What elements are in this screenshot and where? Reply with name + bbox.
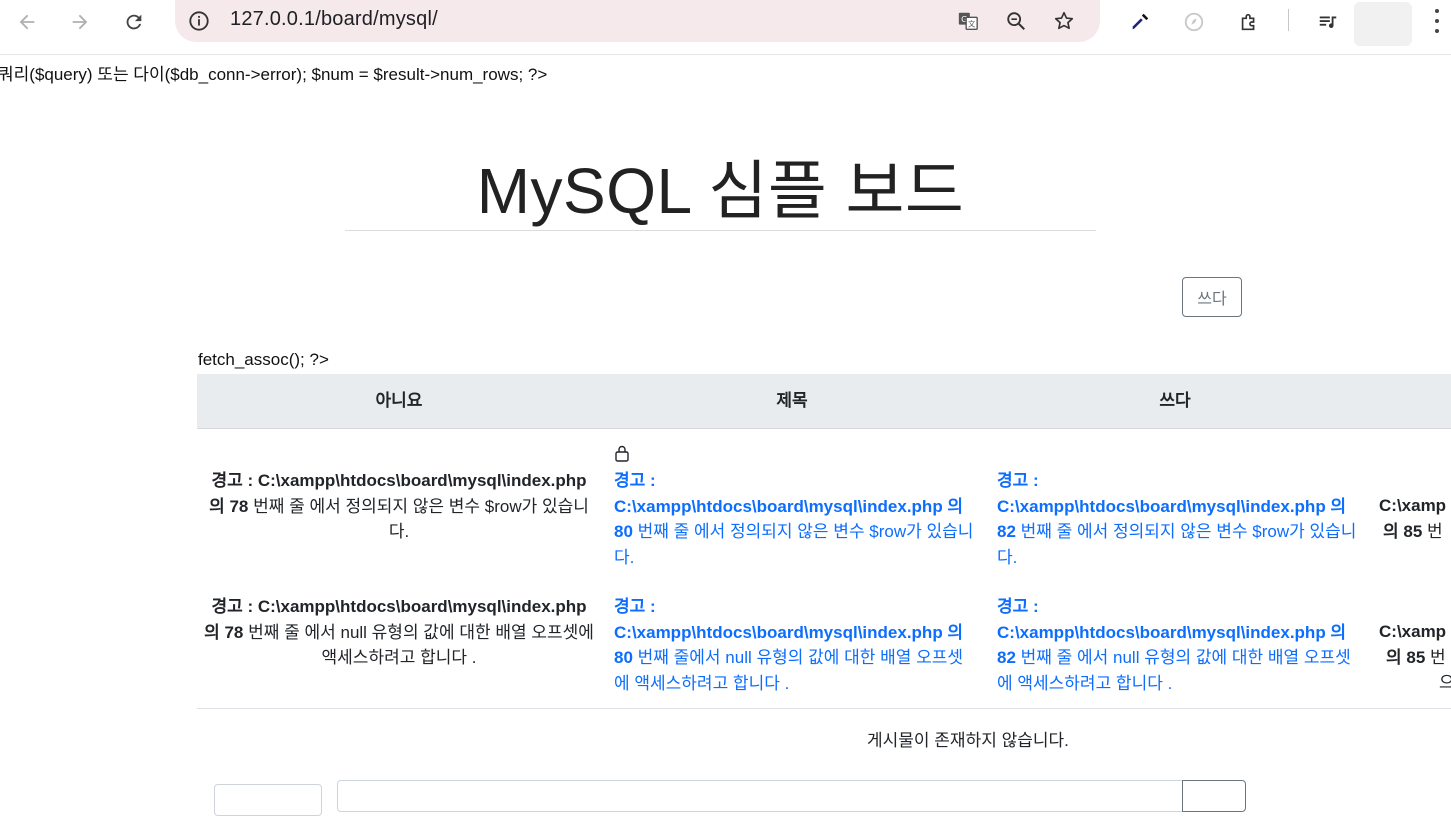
table-row-divider	[197, 708, 1451, 709]
url-text[interactable]: 127.0.0.1/board/mysql/	[230, 8, 438, 31]
warning-bold-text: C:\xamp	[1379, 622, 1447, 641]
warning-cell-clipped: C:\xamp 의 85 번 으	[1379, 619, 1451, 696]
toolbar-separator	[1288, 9, 1289, 31]
warning-bold-text: 의 85	[1383, 521, 1423, 541]
site-info-icon[interactable]	[187, 9, 211, 33]
page-title: MySQL 심플 보드	[476, 155, 965, 227]
warning-text: 번째 줄에서 null 유형의 값에 대한 배열 오프셋에 액세스하려고 합니다…	[614, 648, 964, 693]
search-button[interactable]	[1182, 780, 1246, 812]
warning-cell-clipped: C:\xamp 의 85 번	[1379, 493, 1451, 544]
bookmark-star-icon[interactable]	[1051, 8, 1077, 34]
warning-text: 번째 줄 에서 정의되지 않은 변수 $row가 있습니다.	[248, 496, 589, 542]
write-button[interactable]: 쓰다	[1182, 277, 1242, 317]
warning-cell: 경고 : C:\xampp\htdocs\board\mysql\index.p…	[204, 468, 594, 545]
lock-icon	[615, 445, 629, 462]
warning-bold-text: C:\xamp	[1379, 496, 1447, 515]
warning-text: 번째 줄 에서 null 유형의 값에 대한 배열 오프셋에 액세스하려고 합니…	[243, 622, 594, 668]
reload-icon	[126, 14, 142, 30]
browser-toolbar: 127.0.0.1/board/mysql/ G文	[0, 0, 1451, 55]
search-type-select[interactable]	[214, 784, 322, 816]
svg-text:文: 文	[968, 20, 976, 29]
warning-text: 번째 줄 에서 null 유형의 값에 대한 배열 오프셋에 액세스하려고 합니…	[997, 648, 1351, 693]
column-header-title: 제목	[776, 391, 808, 410]
raw-php-code-line: 쿼리($query) 또는 다이($db_conn->error); $num …	[0, 65, 548, 84]
column-header-number: 아니요	[375, 391, 423, 410]
eyedropper-extension-icon[interactable]	[1122, 4, 1158, 40]
zoom-icon[interactable]	[1003, 8, 1029, 34]
back-button[interactable]	[9, 4, 45, 40]
extensions-puzzle-icon[interactable]	[1231, 4, 1267, 40]
translate-icon[interactable]: G文	[955, 8, 981, 34]
compass-extension-icon[interactable]	[1176, 4, 1212, 40]
post-title-link[interactable]: 경고 : C:\xampp\htdocs\board\mysql\index.p…	[614, 594, 974, 696]
reload-button[interactable]	[116, 4, 152, 40]
warning-cell: 경고 : C:\xampp\htdocs\board\mysql\index.p…	[204, 594, 594, 671]
empty-posts-message: 게시물이 존재하지 않습니다.	[867, 731, 1069, 750]
post-author-link[interactable]: 경고 : C:\xampp\htdocs\board\mysql\index.p…	[997, 468, 1357, 570]
address-bar[interactable]: 127.0.0.1/board/mysql/ G文	[175, 0, 1100, 42]
media-queue-icon[interactable]	[1310, 4, 1346, 40]
post-title-link[interactable]: 경고 : C:\xampp\htdocs\board\mysql\index.p…	[614, 468, 974, 570]
browser-menu-icon[interactable]	[1430, 6, 1444, 36]
post-author-link[interactable]: 경고 : C:\xampp\htdocs\board\mysql\index.p…	[997, 594, 1357, 696]
title-divider	[345, 230, 1096, 231]
raw-php-fetch-line: fetch_assoc(); ?>	[198, 350, 329, 369]
table-header-row: 아니요 제목 쓰다	[197, 374, 1451, 429]
profile-avatar[interactable]	[1354, 2, 1412, 46]
column-header-author: 쓰다	[1159, 391, 1191, 410]
warning-text: 번째 줄 에서 정의되지 않은 변수 $row가 있습니다.	[614, 522, 974, 567]
search-input[interactable]	[337, 780, 1184, 812]
forward-button[interactable]	[62, 4, 98, 40]
arrow-right-icon	[72, 14, 88, 30]
warning-bold-text: 의 85	[1386, 647, 1426, 667]
warning-text: 번	[1422, 521, 1443, 541]
arrow-left-icon	[19, 14, 35, 30]
warning-text: 번	[1425, 647, 1446, 667]
warning-text: 으	[1439, 673, 1451, 692]
warning-text: 번째 줄 에서 정의되지 않은 변수 $row가 있습니다.	[997, 522, 1357, 567]
